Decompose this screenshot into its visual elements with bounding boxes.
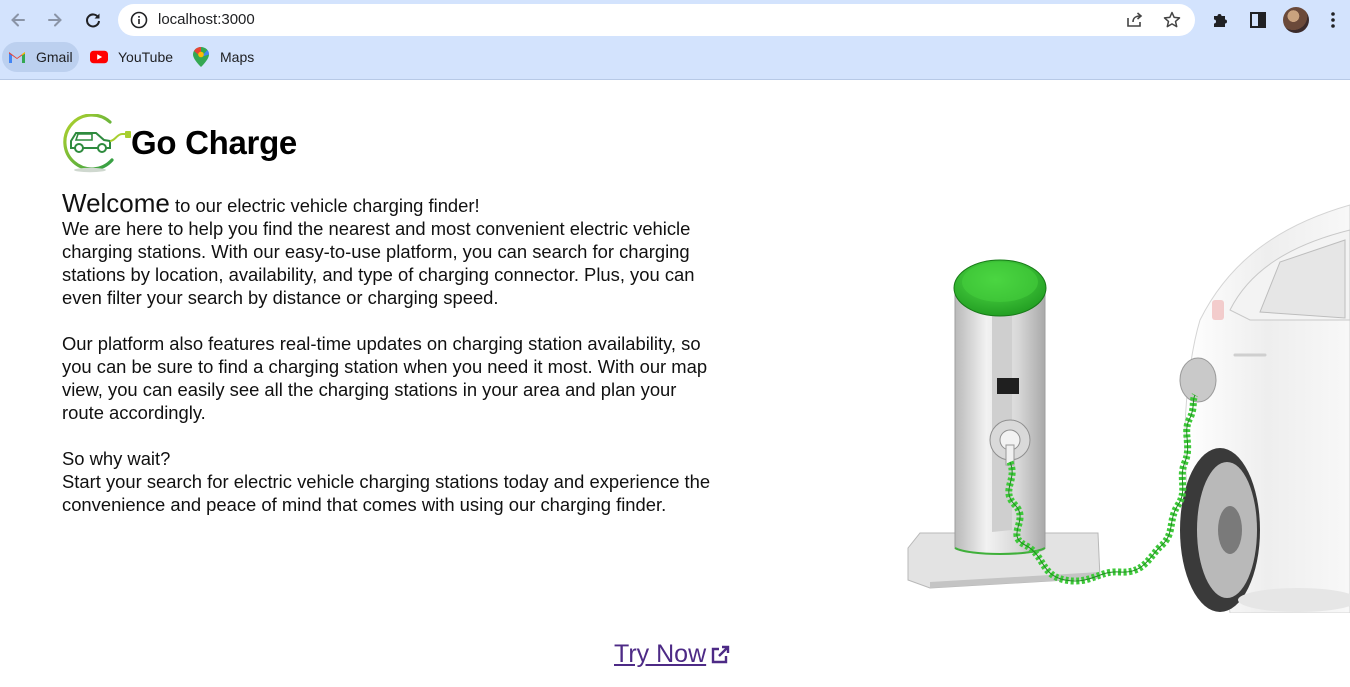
- gmail-icon: [8, 48, 26, 66]
- side-panel-icon: [1250, 12, 1266, 28]
- bookmark-label: Gmail: [36, 49, 73, 65]
- ev-charger-illustration: [907, 204, 1350, 613]
- bookmarks-bar: Gmail YouTube Maps: [0, 40, 1350, 76]
- profile-avatar[interactable]: [1283, 7, 1309, 33]
- intro-paragraph-1: We are here to help you find the nearest…: [62, 218, 695, 308]
- browser-chrome: localhost:3000 Gmail YouTube Maps: [0, 0, 1350, 80]
- arrow-right-icon: [48, 13, 62, 27]
- bookmark-gmail[interactable]: Gmail: [2, 42, 79, 72]
- welcome-word: Welcome: [62, 188, 170, 218]
- intro-question: So why wait?: [62, 448, 171, 469]
- try-now-label[interactable]: Try Now: [614, 640, 706, 669]
- reload-button[interactable]: [79, 6, 107, 34]
- go-charge-logo: [63, 114, 131, 173]
- intro-paragraph-2: Our platform also features real-time upd…: [62, 333, 708, 423]
- back-button[interactable]: [4, 6, 32, 34]
- intro-paragraph-3: Start your search for electric vehicle c…: [62, 471, 711, 515]
- reload-icon: [86, 13, 100, 28]
- url-text[interactable]: localhost:3000: [158, 11, 255, 28]
- brand-title: Go Charge: [131, 124, 297, 161]
- info-icon[interactable]: [130, 11, 148, 29]
- bookmark-star-icon[interactable]: [1162, 10, 1182, 30]
- bookmark-label: Maps: [220, 49, 255, 65]
- arrow-left-icon: [11, 13, 25, 27]
- bookmark-youtube[interactable]: YouTube: [84, 42, 179, 72]
- youtube-icon: [90, 48, 108, 66]
- puzzle-icon: [1214, 14, 1227, 27]
- browser-toolbar: localhost:3000: [0, 0, 1350, 40]
- bookmark-label: YouTube: [118, 49, 174, 65]
- share-icon[interactable]: [1125, 10, 1145, 30]
- address-bar[interactable]: localhost:3000: [118, 4, 1195, 36]
- welcome-rest: to our electric vehicle charging finder!: [169, 195, 480, 216]
- browser-menu-button[interactable]: [1321, 8, 1345, 32]
- external-link-icon[interactable]: [708, 643, 732, 667]
- forward-button[interactable]: [41, 6, 69, 34]
- side-panel-button[interactable]: [1246, 8, 1270, 32]
- welcome-line: Welcome to our electric vehicle charging…: [62, 190, 712, 217]
- kebab-menu-icon: [1331, 12, 1335, 28]
- bookmark-maps[interactable]: Maps: [186, 42, 260, 72]
- try-now-link[interactable]: Try Now: [614, 640, 732, 669]
- intro-content: Welcome to our electric vehicle charging…: [62, 190, 712, 516]
- maps-icon: [192, 47, 210, 67]
- extensions-button[interactable]: [1208, 8, 1232, 32]
